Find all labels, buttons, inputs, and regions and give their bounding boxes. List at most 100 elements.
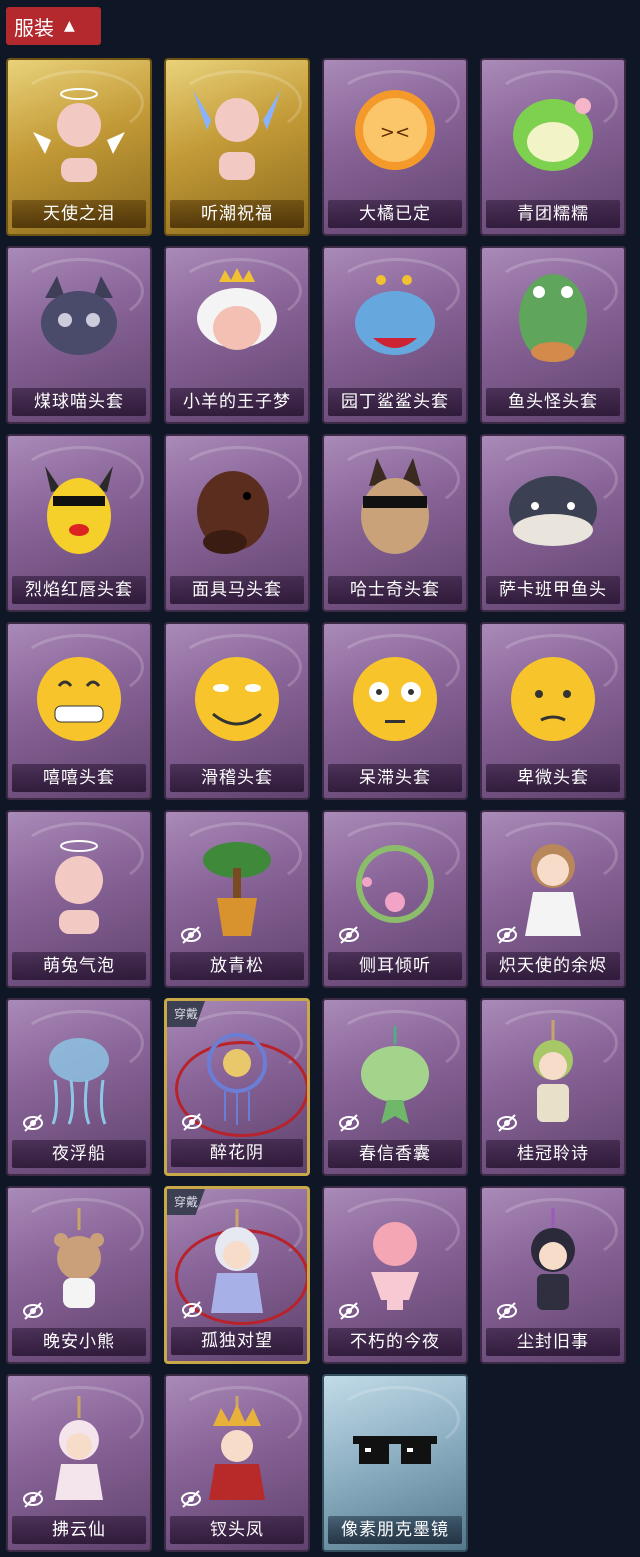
costume-name: 萌兔气泡 [12, 952, 146, 980]
costume-name: 晚安小熊 [12, 1328, 146, 1356]
eye-slash-icon[interactable] [496, 1300, 518, 1322]
costume-tab[interactable]: 服装 ▲ [6, 7, 101, 45]
costume-name: 尘封旧事 [486, 1328, 620, 1356]
costume-card[interactable]: 烈焰红唇头套 [6, 434, 152, 612]
chevron-up-icon: ▲ [64, 18, 75, 34]
sad-emoji-icon [505, 644, 601, 754]
eye-slash-icon[interactable] [496, 924, 518, 946]
eye-slash-icon[interactable] [181, 1111, 203, 1133]
costume-card[interactable]: 穿戴 醉花阴 [164, 998, 310, 1176]
angel-halo-icon [31, 80, 127, 190]
costume-name: 春信香囊 [328, 1140, 462, 1168]
costume-name: 小羊的王子梦 [170, 388, 304, 416]
costume-card[interactable]: 放青松 [164, 810, 310, 988]
costume-name: 呆滞头套 [328, 764, 462, 792]
costume-card[interactable]: 像素朋克墨镜 [322, 1374, 468, 1552]
costume-card[interactable]: 炽天使的余烬 [480, 810, 626, 988]
orange-slice-icon: >< [347, 80, 443, 190]
angel-doll-icon [505, 832, 601, 942]
costume-card[interactable]: 青团糯糯 [480, 58, 626, 236]
pixel-glasses-icon [347, 1396, 443, 1506]
costume-card[interactable]: 钗头凤 [164, 1374, 310, 1552]
costume-card[interactable]: 面具马头套 [164, 434, 310, 612]
bonsai-icon [189, 832, 285, 942]
yellow-mouse-icon [31, 456, 127, 566]
costume-name: 萨卡班甲鱼头 [486, 576, 620, 604]
costume-card[interactable]: 煤球喵头套 [6, 246, 152, 424]
sachet-icon [347, 1020, 443, 1130]
costume-card[interactable]: 哈士奇头套 [322, 434, 468, 612]
costume-card[interactable]: 尘封旧事 [480, 1186, 626, 1364]
costume-tab-label: 服装 [14, 15, 54, 40]
costume-card[interactable]: 夜浮船 [6, 998, 152, 1176]
costume-name: 烈焰红唇头套 [12, 576, 146, 604]
fairy-charm-icon [31, 1396, 127, 1506]
smirk-emoji-icon [189, 644, 285, 754]
costume-card[interactable]: 呆滞头套 [322, 622, 468, 800]
costume-card[interactable]: 侧耳倾听 [322, 810, 468, 988]
costume-name: 卑微头套 [486, 764, 620, 792]
eye-slash-icon[interactable] [181, 1299, 203, 1321]
costume-card[interactable]: 卑微头套 [480, 622, 626, 800]
costume-name: 放青松 [170, 952, 304, 980]
eye-slash-icon[interactable] [338, 924, 360, 946]
cat-head-icon [31, 268, 127, 378]
costume-card[interactable]: 穿戴 孤独对望 [164, 1186, 310, 1364]
dark-doll-icon [505, 1208, 601, 1318]
costume-name: 夜浮船 [12, 1140, 146, 1168]
eye-slash-icon[interactable] [180, 924, 202, 946]
costume-card[interactable]: 春信香囊 [322, 998, 468, 1176]
eye-slash-icon[interactable] [180, 1488, 202, 1510]
costume-name: 嘻嘻头套 [12, 764, 146, 792]
costume-name: 大橘已定 [328, 200, 462, 228]
costume-name: 鱼头怪头套 [486, 388, 620, 416]
costume-card[interactable]: 不朽的今夜 [322, 1186, 468, 1364]
fox-bowl-icon [347, 1208, 443, 1318]
costume-name: 天使之泪 [12, 200, 146, 228]
eye-slash-icon[interactable] [22, 1112, 44, 1134]
costume-name: 拂云仙 [12, 1516, 146, 1544]
costume-name: 不朽的今夜 [328, 1328, 462, 1356]
costume-card[interactable]: >< 大橘已定 [322, 58, 468, 236]
flower-wreath-icon [347, 832, 443, 942]
costume-name: 青团糯糯 [486, 200, 620, 228]
costume-name: 像素朋克墨镜 [328, 1516, 462, 1544]
fish-head-icon [505, 268, 601, 378]
svg-text:><: >< [380, 122, 410, 143]
costume-name: 煤球喵头套 [12, 388, 146, 416]
stare-emoji-icon [347, 644, 443, 754]
jellyfish-icon [31, 1020, 127, 1130]
costume-name: 侧耳倾听 [328, 952, 462, 980]
sheep-crown-icon [189, 268, 285, 378]
costume-card[interactable]: 晚安小熊 [6, 1186, 152, 1364]
costume-card[interactable]: 嘻嘻头套 [6, 622, 152, 800]
green-mochi-icon [505, 80, 601, 190]
eye-slash-icon[interactable] [22, 1300, 44, 1322]
dreamcatcher-icon [189, 1021, 285, 1131]
crown-doll-icon [189, 1396, 285, 1506]
costume-name: 孤独对望 [171, 1327, 303, 1355]
costume-name: 钗头凤 [170, 1516, 304, 1544]
blue-wings-icon [189, 80, 285, 190]
costume-card[interactable]: 桂冠聆诗 [480, 998, 626, 1176]
costume-name: 听潮祝福 [170, 200, 304, 228]
eye-slash-icon[interactable] [338, 1300, 360, 1322]
costume-card[interactable]: 拂云仙 [6, 1374, 152, 1552]
costume-card[interactable]: 小羊的王子梦 [164, 246, 310, 424]
bunny-bubble-icon [31, 832, 127, 942]
costume-name: 醉花阴 [171, 1139, 303, 1167]
costume-name: 哈士奇头套 [328, 576, 462, 604]
costume-card[interactable]: 萌兔气泡 [6, 810, 152, 988]
costume-card[interactable]: 鱼头怪头套 [480, 246, 626, 424]
costume-card[interactable]: 滑稽头套 [164, 622, 310, 800]
silver-doll-icon [189, 1209, 285, 1319]
costume-card[interactable]: 听潮祝福 [164, 58, 310, 236]
eye-slash-icon[interactable] [496, 1112, 518, 1134]
costume-card[interactable]: 萨卡班甲鱼头 [480, 434, 626, 612]
costume-card[interactable]: 园丁鲨鲨头套 [322, 246, 468, 424]
eye-slash-icon[interactable] [22, 1488, 44, 1510]
eye-slash-icon[interactable] [338, 1112, 360, 1134]
costume-name: 滑稽头套 [170, 764, 304, 792]
shark-head-icon [347, 268, 443, 378]
costume-card[interactable]: 天使之泪 [6, 58, 152, 236]
